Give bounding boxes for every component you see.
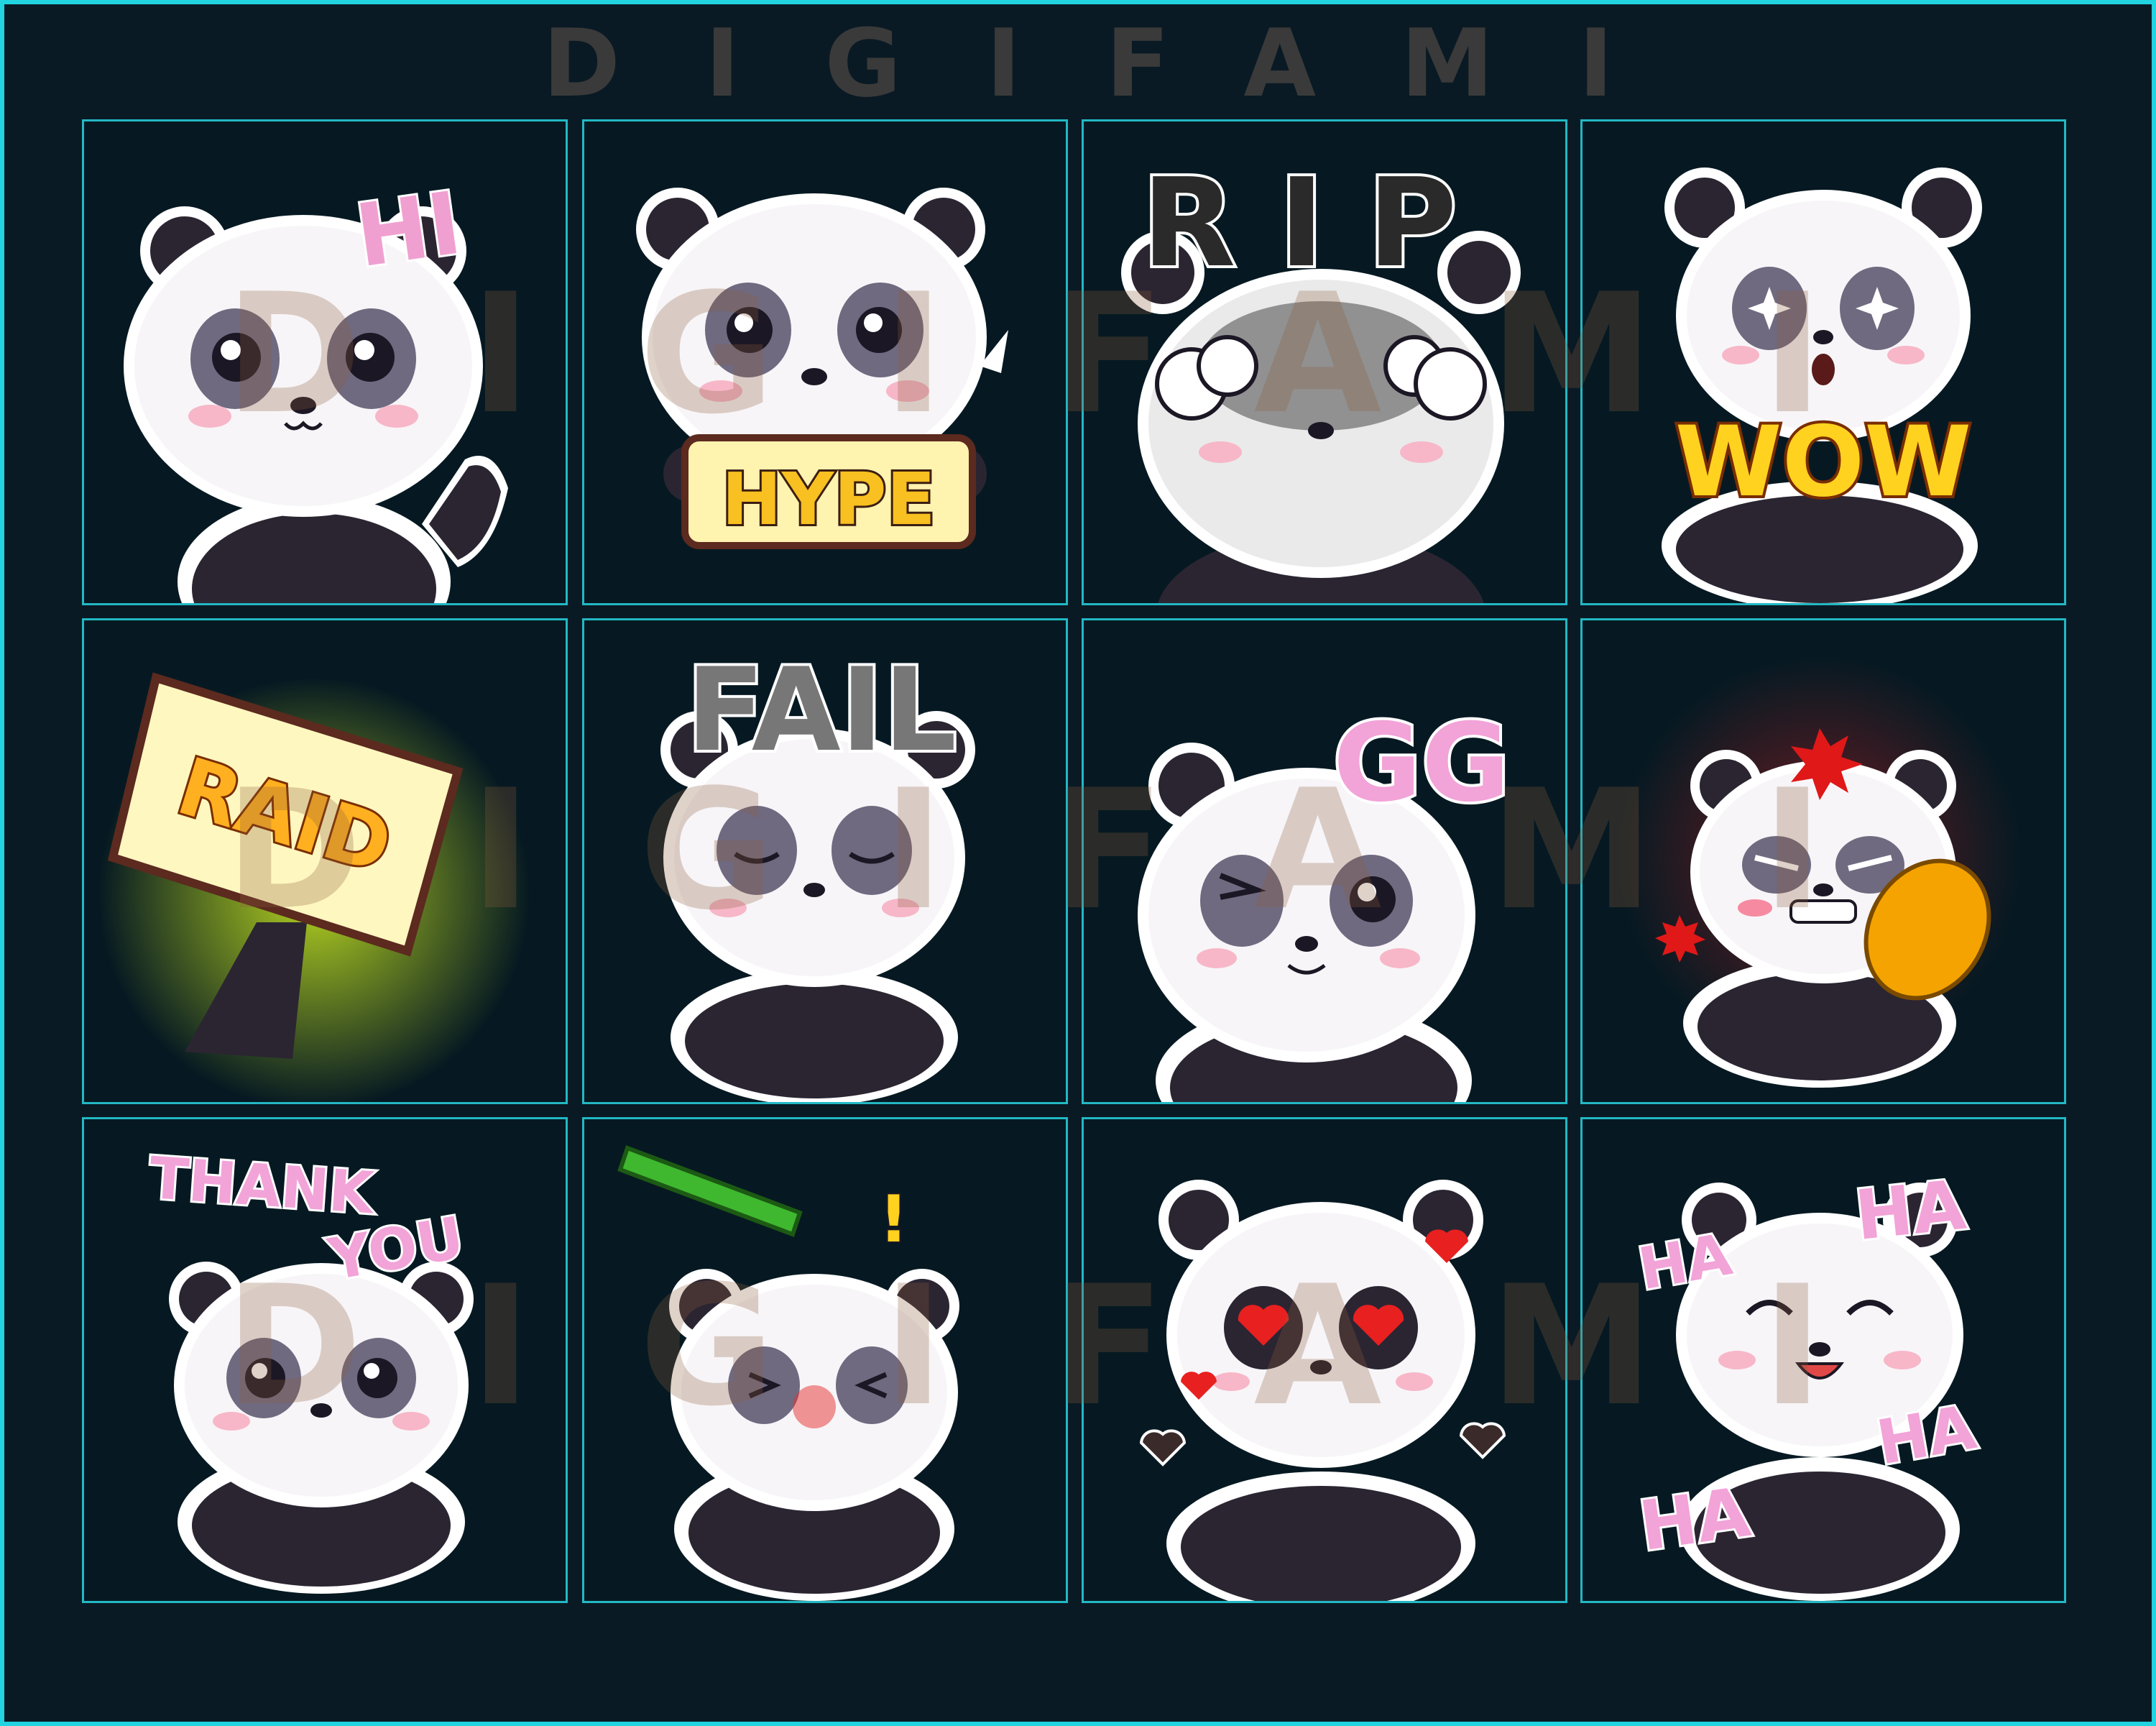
- emote-label-hype: HYPE: [722, 457, 936, 541]
- emote-cell-rip[interactable]: RIP: [1082, 119, 1567, 605]
- emote-cell-fail[interactable]: FAIL: [582, 618, 1068, 1104]
- emote-cell-gg[interactable]: GG: [1082, 618, 1567, 1104]
- emote-cell-bonk[interactable]: !: [582, 1117, 1068, 1603]
- emote-cell-haha[interactable]: HA HA HA HA: [1580, 1117, 2066, 1603]
- emote-label-ha-2: HA: [1851, 1166, 1969, 1256]
- panda-love-icon: [1139, 1180, 1506, 1601]
- emote-label-wow: WOW: [1675, 405, 1972, 518]
- emote-label-exclaim: !: [879, 1182, 908, 1257]
- panda-wink-icon: GG: [1138, 698, 1513, 1102]
- emote-label-fail: FAIL: [686, 643, 957, 777]
- panda-wow-icon: WOW: [1662, 167, 1982, 603]
- emote-cell-raid[interactable]: RAID: [82, 618, 568, 1104]
- panda-thank-you-icon: THANK YOU: [145, 1142, 474, 1594]
- panda-laughing-icon: HA HA HA HA: [1631, 1164, 1984, 1601]
- panda-fail-icon: FAIL: [660, 640, 975, 1102]
- emote-cell-thank-you[interactable]: THANK YOU: [82, 1117, 568, 1603]
- emote-label-gg: GG: [1333, 701, 1510, 826]
- raid-sign-icon: RAID: [98, 672, 530, 1102]
- emote-cell-angry[interactable]: [1580, 618, 2066, 1104]
- emote-cell-love[interactable]: [1082, 1117, 1567, 1603]
- emote-label-ha-3: HA: [1635, 1473, 1755, 1566]
- emote-cell-hi[interactable]: HI: [82, 119, 568, 605]
- emote-grid: HI HYPE RIP WOW RAID FAIL GG THANK YOU !…: [0, 0, 2156, 1726]
- panda-waving-icon: HI: [124, 171, 508, 603]
- panda-hype-sign-icon: HYPE: [636, 188, 1008, 549]
- emote-label-hi: HI: [350, 173, 467, 287]
- panda-rip-icon: RIP: [1121, 150, 1521, 603]
- panda-angry-icon: [1618, 656, 2021, 1088]
- panda-bonked-icon: !: [617, 1145, 959, 1601]
- emote-label-thank: THANK: [147, 1144, 378, 1227]
- emote-cell-wow[interactable]: WOW: [1580, 119, 2066, 605]
- emote-cell-hype[interactable]: HYPE: [582, 119, 1068, 605]
- emote-label-rip: RIP: [1142, 152, 1501, 295]
